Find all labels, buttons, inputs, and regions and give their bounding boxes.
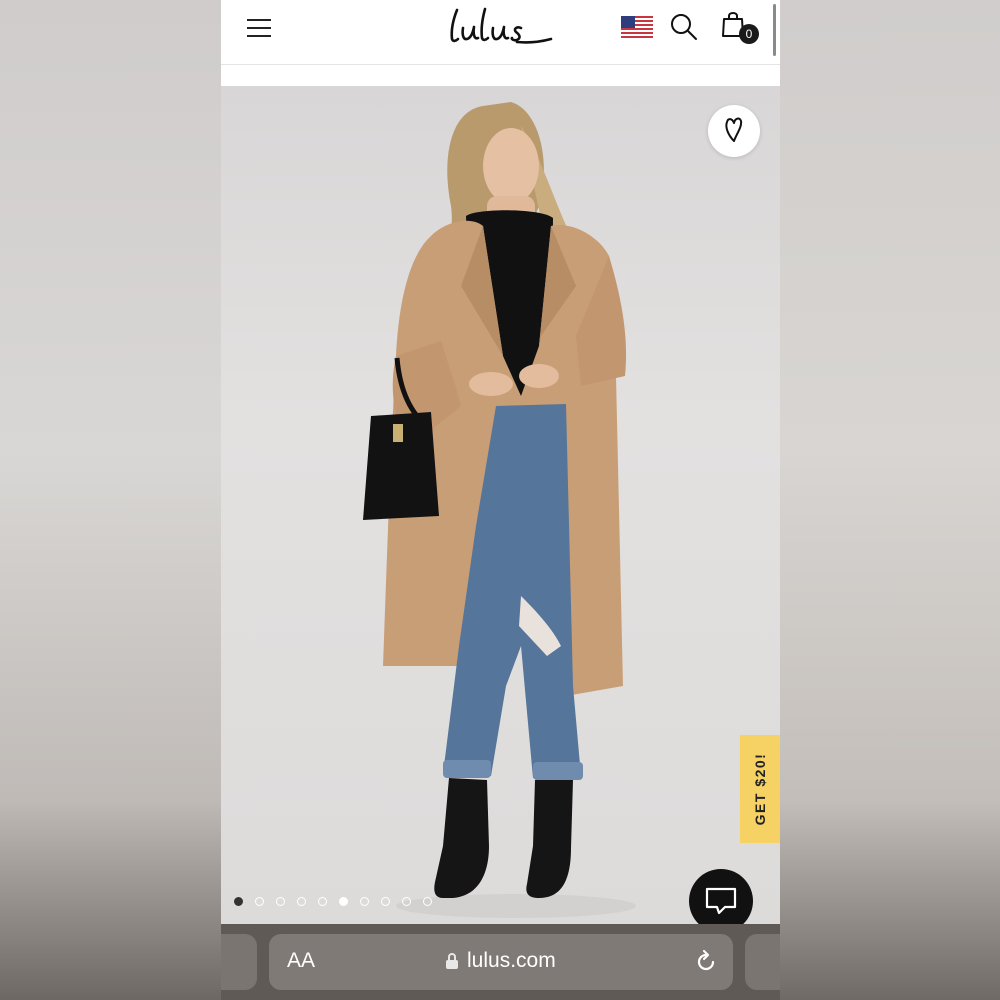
browser-toolbar: AA lulus.com — [221, 924, 780, 1000]
chat-icon — [705, 887, 737, 915]
gallery-dot[interactable] — [423, 897, 432, 906]
gallery-dot[interactable] — [381, 897, 390, 906]
gallery-dot[interactable] — [360, 897, 369, 906]
scroll-indicator[interactable] — [773, 4, 776, 56]
menu-icon-bar — [247, 35, 271, 37]
gallery-dot[interactable] — [234, 897, 243, 906]
menu-icon-bar — [247, 19, 271, 21]
search-icon[interactable] — [669, 12, 699, 42]
chat-button[interactable] — [689, 869, 753, 924]
background-left — [0, 0, 221, 1000]
lulus-logo[interactable] — [443, 4, 553, 50]
reload-icon[interactable] — [693, 949, 719, 975]
menu-icon-bar — [247, 27, 271, 29]
url-display[interactable]: lulus.com — [445, 949, 556, 973]
menu-button[interactable] — [247, 17, 273, 37]
site-header: 0 — [221, 0, 780, 65]
promo-label: GET $20! — [752, 752, 768, 826]
background-right — [780, 0, 1000, 1000]
gallery-dot[interactable] — [339, 897, 348, 906]
next-tab[interactable] — [745, 934, 780, 990]
wishlist-button[interactable] — [708, 105, 760, 157]
gallery-dot[interactable] — [297, 897, 306, 906]
url-text: lulus.com — [467, 949, 556, 972]
gallery-dot[interactable] — [255, 897, 264, 906]
gallery-dot[interactable] — [318, 897, 327, 906]
heart-icon — [725, 117, 743, 142]
promo-tab[interactable]: GET $20! — [740, 735, 780, 843]
gallery-pagination — [234, 897, 432, 909]
cart-button[interactable]: 0 — [721, 10, 761, 44]
lock-icon — [446, 953, 458, 969]
us-flag-icon[interactable] — [621, 16, 653, 40]
previous-tab[interactable] — [221, 934, 257, 990]
product-photo[interactable] — [221, 86, 780, 924]
phone-screen: 0 GET $20! AA lulus.com — [221, 0, 780, 1000]
gallery-dot[interactable] — [402, 897, 411, 906]
product-image-gallery[interactable]: GET $20! — [221, 86, 780, 924]
gallery-dot[interactable] — [276, 897, 285, 906]
text-size-button[interactable]: AA — [287, 949, 315, 973]
cart-count-badge: 0 — [739, 24, 759, 44]
address-bar[interactable]: AA lulus.com — [269, 934, 733, 990]
